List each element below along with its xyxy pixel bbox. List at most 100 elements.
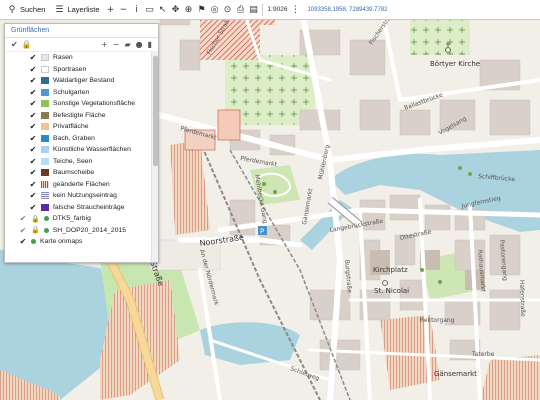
delete-icon[interactable]: ▮: [148, 40, 152, 49]
remove-layer-icon[interactable]: −: [113, 40, 120, 49]
checkbox-icon[interactable]: ✔: [29, 53, 37, 62]
layer-label: Schulgarten: [53, 88, 90, 96]
layer-label: Waldartiger Bestand: [53, 77, 115, 85]
user-icon[interactable]: ●: [136, 40, 143, 49]
layer-item[interactable]: ✔ Befestigte Fläche: [5, 110, 152, 122]
checkbox-icon[interactable]: ✔: [29, 168, 37, 177]
checkbox-icon[interactable]: ✔: [29, 111, 37, 120]
checkbox-icon[interactable]: ✔: [29, 180, 37, 189]
layer-item[interactable]: ✔ Waldartiger Bestand: [5, 75, 152, 87]
scale-display: 1:9026: [267, 6, 288, 13]
export-icon[interactable]: ▤: [249, 5, 259, 15]
layer-item[interactable]: ✔ Bach, Graben: [5, 133, 152, 145]
layer-item[interactable]: ✔ Sportrasen: [5, 64, 152, 76]
panel-controls: ✔ 🔒 + − ▰ ● ▮: [5, 38, 158, 52]
map-toolbar: ⚲ Suchen ☰ Layerliste + − i ▭ ↖ ✥ ⊕ ⚑ ◎ …: [0, 0, 540, 20]
checkbox-icon[interactable]: ✔: [19, 237, 27, 246]
map-label-poi: Börtyer Kirche: [430, 60, 480, 68]
layer-item[interactable]: ✔ geänderte Flächen: [5, 179, 152, 191]
search-map-icon[interactable]: ⊙: [223, 5, 233, 15]
layer-label: DTK5_farbig: [52, 215, 91, 223]
zoom-in-icon[interactable]: +: [106, 5, 116, 15]
layer-label: Sonstige Vegetationsfläche: [53, 100, 136, 108]
checkbox-icon[interactable]: ✔: [29, 191, 37, 200]
panel-actions: + − ▰ ● ▮: [101, 40, 152, 49]
lock-icon: 🔒: [31, 214, 40, 223]
scrollbar-thumb[interactable]: [153, 56, 158, 166]
map-label-place: Kirchplatz: [373, 266, 408, 274]
layer-visible-dot: [43, 227, 49, 233]
folder-icon[interactable]: ▰: [124, 40, 130, 49]
map-label-poi: St. Nicolai: [374, 287, 409, 295]
layer-label: Bach, Graben: [53, 134, 95, 142]
layer-swatch: [41, 203, 49, 211]
info-icon[interactable]: i: [132, 5, 142, 15]
layer-label: Befestigte Fläche: [53, 111, 106, 119]
layer-label: Karte onmaps: [40, 238, 83, 246]
layer-item[interactable]: ✔ Privatfläche: [5, 121, 152, 133]
layer-label: SH_DOP20_2014_2015: [52, 226, 127, 234]
layer-item[interactable]: ✔ kein Nutzungseintrag: [5, 190, 152, 202]
add-layer-icon[interactable]: +: [101, 40, 108, 49]
select-box-icon[interactable]: ▭: [145, 5, 155, 15]
checkbox-icon[interactable]: ✔: [29, 88, 37, 97]
layer-swatch: [41, 192, 49, 200]
layer-swatch: [41, 146, 49, 154]
layer-swatch: [41, 100, 49, 108]
checkbox-icon[interactable]: ✔: [29, 65, 37, 74]
layer-label: Künstliche Wasserflächen: [53, 146, 131, 154]
checkbox-icon[interactable]: ✔: [29, 145, 37, 154]
layer-item[interactable]: ✔ Rasen: [5, 52, 152, 64]
base-layer-item[interactable]: ✔ Karte onmaps: [5, 236, 152, 248]
layer-item[interactable]: ✔ Künstliche Wasserflächen: [5, 144, 152, 156]
group-check-icon[interactable]: ✔: [11, 40, 18, 49]
lock-icon[interactable]: 🔒: [22, 40, 32, 49]
globe-icon[interactable]: ◎: [210, 5, 220, 15]
checkbox-icon[interactable]: ✔: [29, 76, 37, 85]
locate-icon[interactable]: ⊕: [184, 5, 194, 15]
base-layer-item[interactable]: ✔ 🔒 SH_DOP20_2014_2015: [5, 225, 152, 237]
coordinates-display: 1093358.1958, 7289439.7782: [307, 6, 388, 13]
pin-icon[interactable]: ⚑: [197, 5, 207, 15]
layer-item[interactable]: ✔ Schulgarten: [5, 87, 152, 99]
panel-title: Grünflächen: [5, 24, 158, 38]
checkbox-icon[interactable]: ✔: [19, 214, 27, 223]
search-button[interactable]: ⚲ Suchen: [4, 2, 48, 18]
pointer-icon[interactable]: ↖: [158, 5, 168, 15]
layer-item[interactable]: ✔ Baumscheibe: [5, 167, 152, 179]
panel-scrollbar[interactable]: [151, 52, 158, 262]
print-icon[interactable]: ⎙: [236, 5, 246, 15]
layer-item[interactable]: ✔ falsche Straucheinträge: [5, 202, 152, 214]
base-layer-item[interactable]: ✔ 🔒 DTK5_farbig: [5, 213, 152, 225]
search-icon: ⚲: [8, 4, 16, 15]
layer-label: falsche Straucheinträge: [53, 203, 125, 211]
coordinates-icon: ⋮: [290, 4, 300, 15]
layer-visible-dot: [43, 216, 49, 222]
zoom-out-icon[interactable]: −: [119, 5, 129, 15]
parking-icon-letter: P: [260, 228, 264, 236]
layerlist-button[interactable]: ☰ Layerliste: [51, 2, 102, 18]
layer-swatch: [41, 123, 49, 131]
map-label-street: Taterbe: [471, 351, 495, 358]
checkbox-icon[interactable]: ✔: [29, 99, 37, 108]
pan-icon[interactable]: ✥: [171, 5, 181, 15]
lock-icon: 🔒: [31, 226, 40, 235]
checkbox-icon[interactable]: ✔: [19, 226, 27, 235]
checkbox-icon[interactable]: ✔: [29, 157, 37, 166]
search-button-label: Suchen: [20, 5, 46, 14]
layer-swatch: [41, 65, 49, 73]
layer-label: Baumscheibe: [53, 169, 95, 177]
layer-item[interactable]: ✔ Teiche, Seen: [5, 156, 152, 168]
layer-swatch: [41, 134, 49, 142]
checkbox-icon[interactable]: ✔: [29, 122, 37, 131]
map-label-street: Hafenstraße: [518, 280, 526, 317]
layer-panel: Grünflächen ✔ 🔒 + − ▰ ● ▮ ✔ Rasen ✔ Spor…: [4, 23, 159, 263]
layer-label: Rasen: [53, 54, 73, 62]
map-label-street: Rektorgang: [420, 317, 455, 324]
checkbox-icon[interactable]: ✔: [29, 203, 37, 212]
layer-item[interactable]: ✔ Sonstige Vegetationsfläche: [5, 98, 152, 110]
checkbox-icon[interactable]: ✔: [29, 134, 37, 143]
layer-swatch: [41, 77, 49, 85]
layer-label: Teiche, Seen: [53, 157, 93, 165]
map-label-place: Gänsemarkt: [434, 370, 477, 378]
